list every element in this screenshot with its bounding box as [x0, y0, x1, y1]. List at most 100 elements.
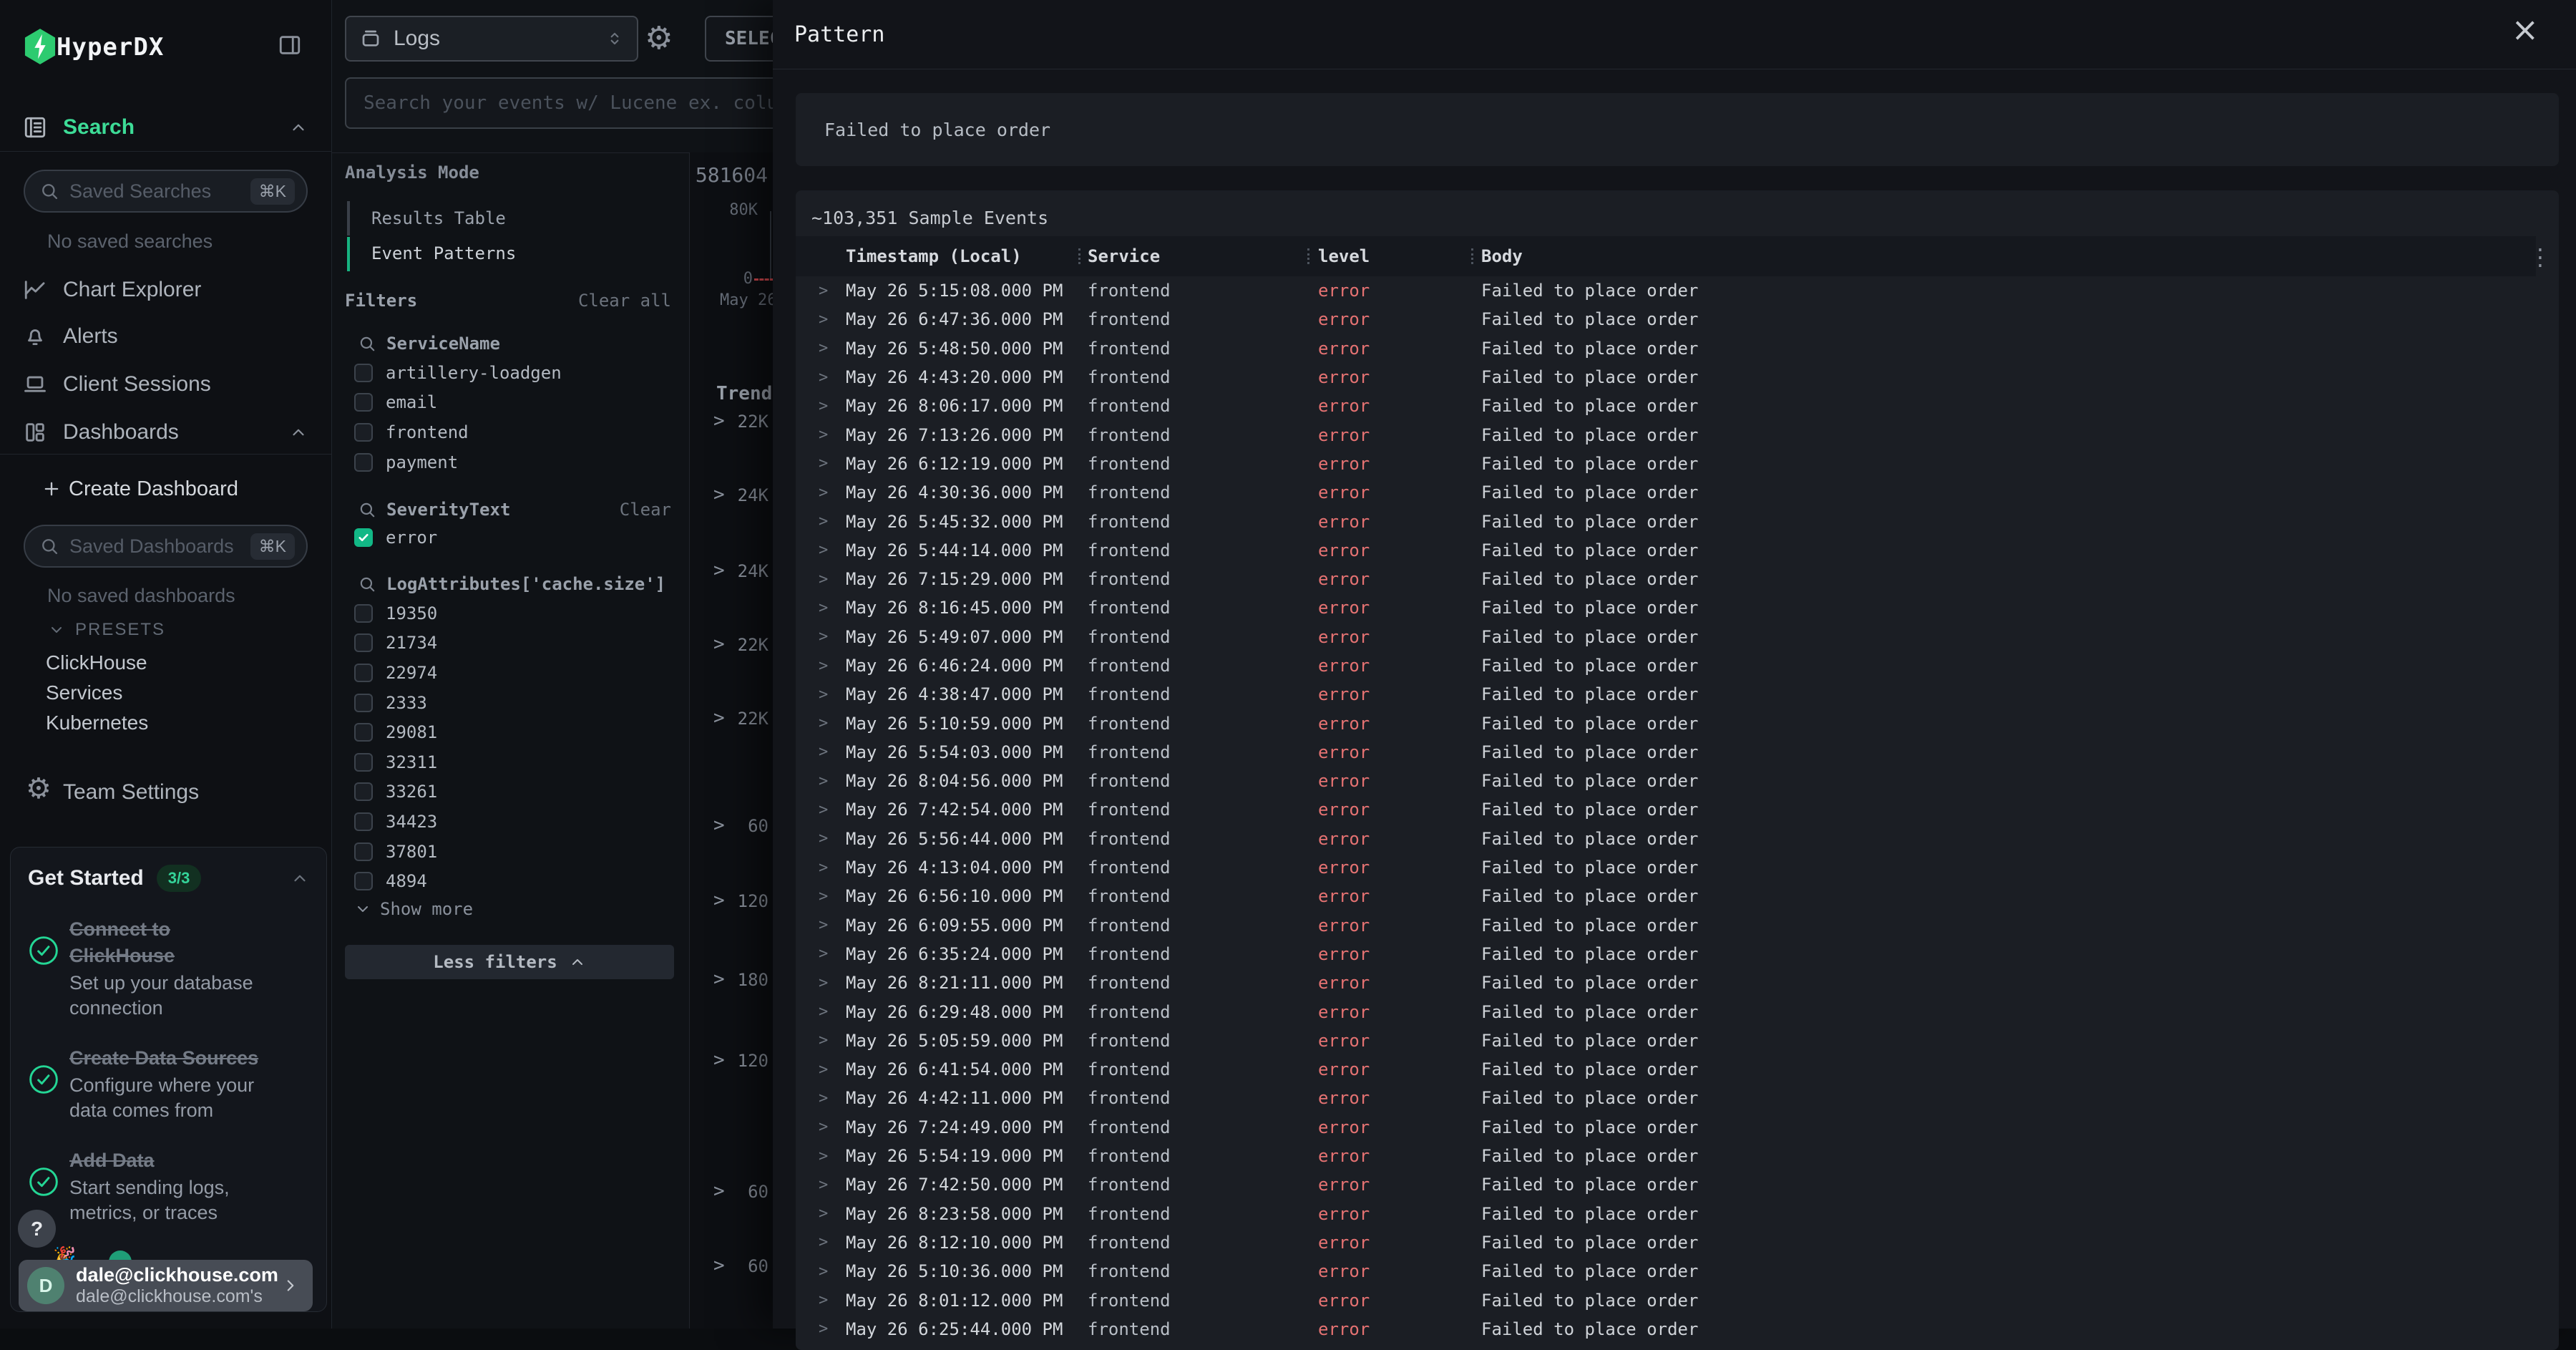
pattern-row[interactable]: > 60 [690, 811, 774, 840]
checkbox-icon[interactable] [354, 753, 373, 772]
event-row[interactable]: > May 26 6:35:24.000 PM frontend error F… [796, 940, 2536, 968]
get-started-item[interactable]: Create Data Sources Configure where your… [28, 1045, 309, 1123]
user-menu[interactable]: D dale@clickhouse.com dale@clickhouse.co… [19, 1260, 313, 1311]
sidebar-item-team-settings[interactable]: ⚙ Team Settings [0, 771, 332, 814]
event-row[interactable]: > May 26 6:12:19.000 PM frontend error F… [796, 450, 2536, 478]
checkbox-icon[interactable] [354, 723, 373, 742]
event-row[interactable]: > May 26 7:13:26.000 PM frontend error F… [796, 420, 2536, 449]
expand-chevron-icon[interactable]: > [819, 945, 846, 963]
expand-chevron-icon[interactable]: > [819, 1003, 846, 1021]
filter-option[interactable]: email [354, 388, 669, 418]
chevron-right-icon[interactable]: > [713, 1255, 725, 1276]
preset-item[interactable]: ClickHouse [46, 648, 147, 678]
expand-chevron-icon[interactable]: > [819, 1031, 846, 1049]
col-header-body[interactable]: Body [1481, 246, 2536, 266]
expand-chevron-icon[interactable]: > [819, 599, 846, 617]
clear-link[interactable]: Clear [620, 500, 671, 520]
chevron-right-icon[interactable]: > [713, 484, 725, 505]
filter-option[interactable]: 29081 [354, 717, 669, 747]
event-row[interactable]: > May 26 5:54:19.000 PM frontend error F… [796, 1142, 2536, 1170]
preset-item[interactable]: Services [46, 678, 122, 708]
event-row[interactable]: > May 26 5:54:03.000 PM frontend error F… [796, 738, 2536, 767]
pattern-row[interactable]: > 24K [690, 480, 774, 509]
event-row[interactable]: > May 26 7:42:50.000 PM frontend error F… [796, 1170, 2536, 1199]
source-settings-gear-icon[interactable]: ⚙ [645, 20, 673, 57]
event-row[interactable]: > May 26 5:44:14.000 PM frontend error F… [796, 536, 2536, 565]
expand-chevron-icon[interactable]: > [819, 1118, 846, 1136]
expand-chevron-icon[interactable]: > [819, 1147, 846, 1165]
checkbox-icon[interactable] [354, 664, 373, 682]
event-row[interactable]: > May 26 4:30:36.000 PM frontend error F… [796, 478, 2536, 507]
expand-chevron-icon[interactable]: > [819, 859, 846, 877]
pattern-row[interactable]: > 22K [690, 407, 774, 435]
search-icon[interactable] [358, 334, 376, 353]
event-row[interactable]: > May 26 5:56:44.000 PM frontend error F… [796, 825, 2536, 853]
expand-chevron-icon[interactable]: > [819, 282, 846, 300]
sidebar-item-alerts[interactable]: Alerts [0, 315, 332, 358]
pattern-row[interactable]: > 24K [690, 556, 774, 585]
checkbox-icon[interactable] [354, 528, 373, 547]
expand-chevron-icon[interactable]: > [819, 397, 846, 415]
checkbox-icon[interactable] [354, 812, 373, 831]
checkbox-icon[interactable] [354, 872, 373, 890]
checkbox-icon[interactable] [354, 842, 373, 861]
pattern-row[interactable]: > 120 [690, 1046, 774, 1074]
event-row[interactable]: > May 26 4:38:47.000 PM frontend error F… [796, 680, 2536, 709]
event-row[interactable]: > May 26 7:15:29.000 PM frontend error F… [796, 565, 2536, 593]
event-row[interactable]: > May 26 5:05:59.000 PM frontend error F… [796, 1026, 2536, 1055]
filter-option[interactable]: artillery-loadgen [354, 358, 669, 388]
event-row[interactable]: > May 26 7:42:54.000 PM frontend error F… [796, 795, 2536, 824]
expand-chevron-icon[interactable]: > [819, 628, 846, 646]
expand-chevron-icon[interactable]: > [819, 888, 846, 905]
event-row[interactable]: > May 26 8:01:12.000 PM frontend error F… [796, 1286, 2536, 1314]
filter-option[interactable]: 33261 [354, 777, 669, 807]
filter-option[interactable]: frontend [354, 417, 669, 447]
expand-chevron-icon[interactable]: > [819, 686, 846, 704]
event-row[interactable]: > May 26 6:41:54.000 PM frontend error F… [796, 1055, 2536, 1084]
filter-option[interactable]: 34423 [354, 807, 669, 837]
chevron-up-icon[interactable] [291, 869, 309, 888]
filter-option[interactable]: 22974 [354, 658, 669, 688]
filter-option[interactable]: 32311 [354, 747, 669, 777]
chevron-right-icon[interactable]: > [713, 633, 725, 655]
event-row[interactable]: > May 26 8:16:45.000 PM frontend error F… [796, 593, 2536, 622]
event-row[interactable]: > May 26 5:10:59.000 PM frontend error F… [796, 709, 2536, 737]
expand-chevron-icon[interactable]: > [819, 1263, 846, 1281]
checkbox-icon[interactable] [354, 453, 373, 472]
checkbox-icon[interactable] [354, 364, 373, 382]
column-separator[interactable] [1078, 248, 1080, 264]
filter-option[interactable]: error [354, 523, 669, 553]
sidebar-item-search[interactable]: Search [0, 106, 332, 149]
pattern-row[interactable]: > 60 [690, 1177, 774, 1205]
expand-chevron-icon[interactable]: > [819, 1089, 846, 1107]
expand-chevron-icon[interactable]: > [819, 772, 846, 790]
event-row[interactable]: > May 26 4:42:11.000 PM frontend error F… [796, 1084, 2536, 1112]
filter-option[interactable]: 21734 [354, 628, 669, 659]
chevron-right-icon[interactable]: > [713, 1049, 725, 1071]
filter-option[interactable]: payment [354, 447, 669, 477]
expand-chevron-icon[interactable]: > [819, 1176, 846, 1194]
expand-chevron-icon[interactable]: > [819, 1061, 846, 1079]
saved-dashboards-input[interactable]: Saved Dashboards ⌘K [24, 525, 308, 568]
event-row[interactable]: > May 26 8:04:56.000 PM frontend error F… [796, 767, 2536, 795]
expand-chevron-icon[interactable]: > [819, 657, 846, 675]
expand-chevron-icon[interactable]: > [819, 311, 846, 329]
checkbox-icon[interactable] [354, 633, 373, 652]
expand-chevron-icon[interactable]: > [819, 830, 846, 848]
preset-item[interactable]: Kubernetes [46, 708, 148, 738]
event-row[interactable]: > May 26 5:48:50.000 PM frontend error F… [796, 334, 2536, 363]
close-icon[interactable]: × [2511, 13, 2539, 46]
chevron-right-icon[interactable]: > [713, 410, 725, 432]
event-row[interactable]: > May 26 8:23:58.000 PM frontend error F… [796, 1200, 2536, 1228]
pattern-row[interactable]: > 22K [690, 704, 774, 732]
pattern-row[interactable]: > 120 [690, 886, 774, 915]
chevron-right-icon[interactable]: > [713, 707, 725, 729]
event-row[interactable]: > May 26 5:49:07.000 PM frontend error F… [796, 623, 2536, 651]
presets-toggle[interactable]: PRESETS [48, 620, 165, 640]
chevron-right-icon[interactable]: > [713, 1180, 725, 1202]
event-row[interactable]: > May 26 6:56:10.000 PM frontend error F… [796, 882, 2536, 910]
event-row[interactable]: > May 26 4:13:04.000 PM frontend error F… [796, 853, 2536, 882]
event-row[interactable]: > May 26 5:15:08.000 PM frontend error F… [796, 276, 2536, 305]
get-started-item[interactable]: Add Data Start sending logs, metrics, or… [28, 1147, 309, 1225]
event-row[interactable]: > May 26 6:29:48.000 PM frontend error F… [796, 997, 2536, 1026]
